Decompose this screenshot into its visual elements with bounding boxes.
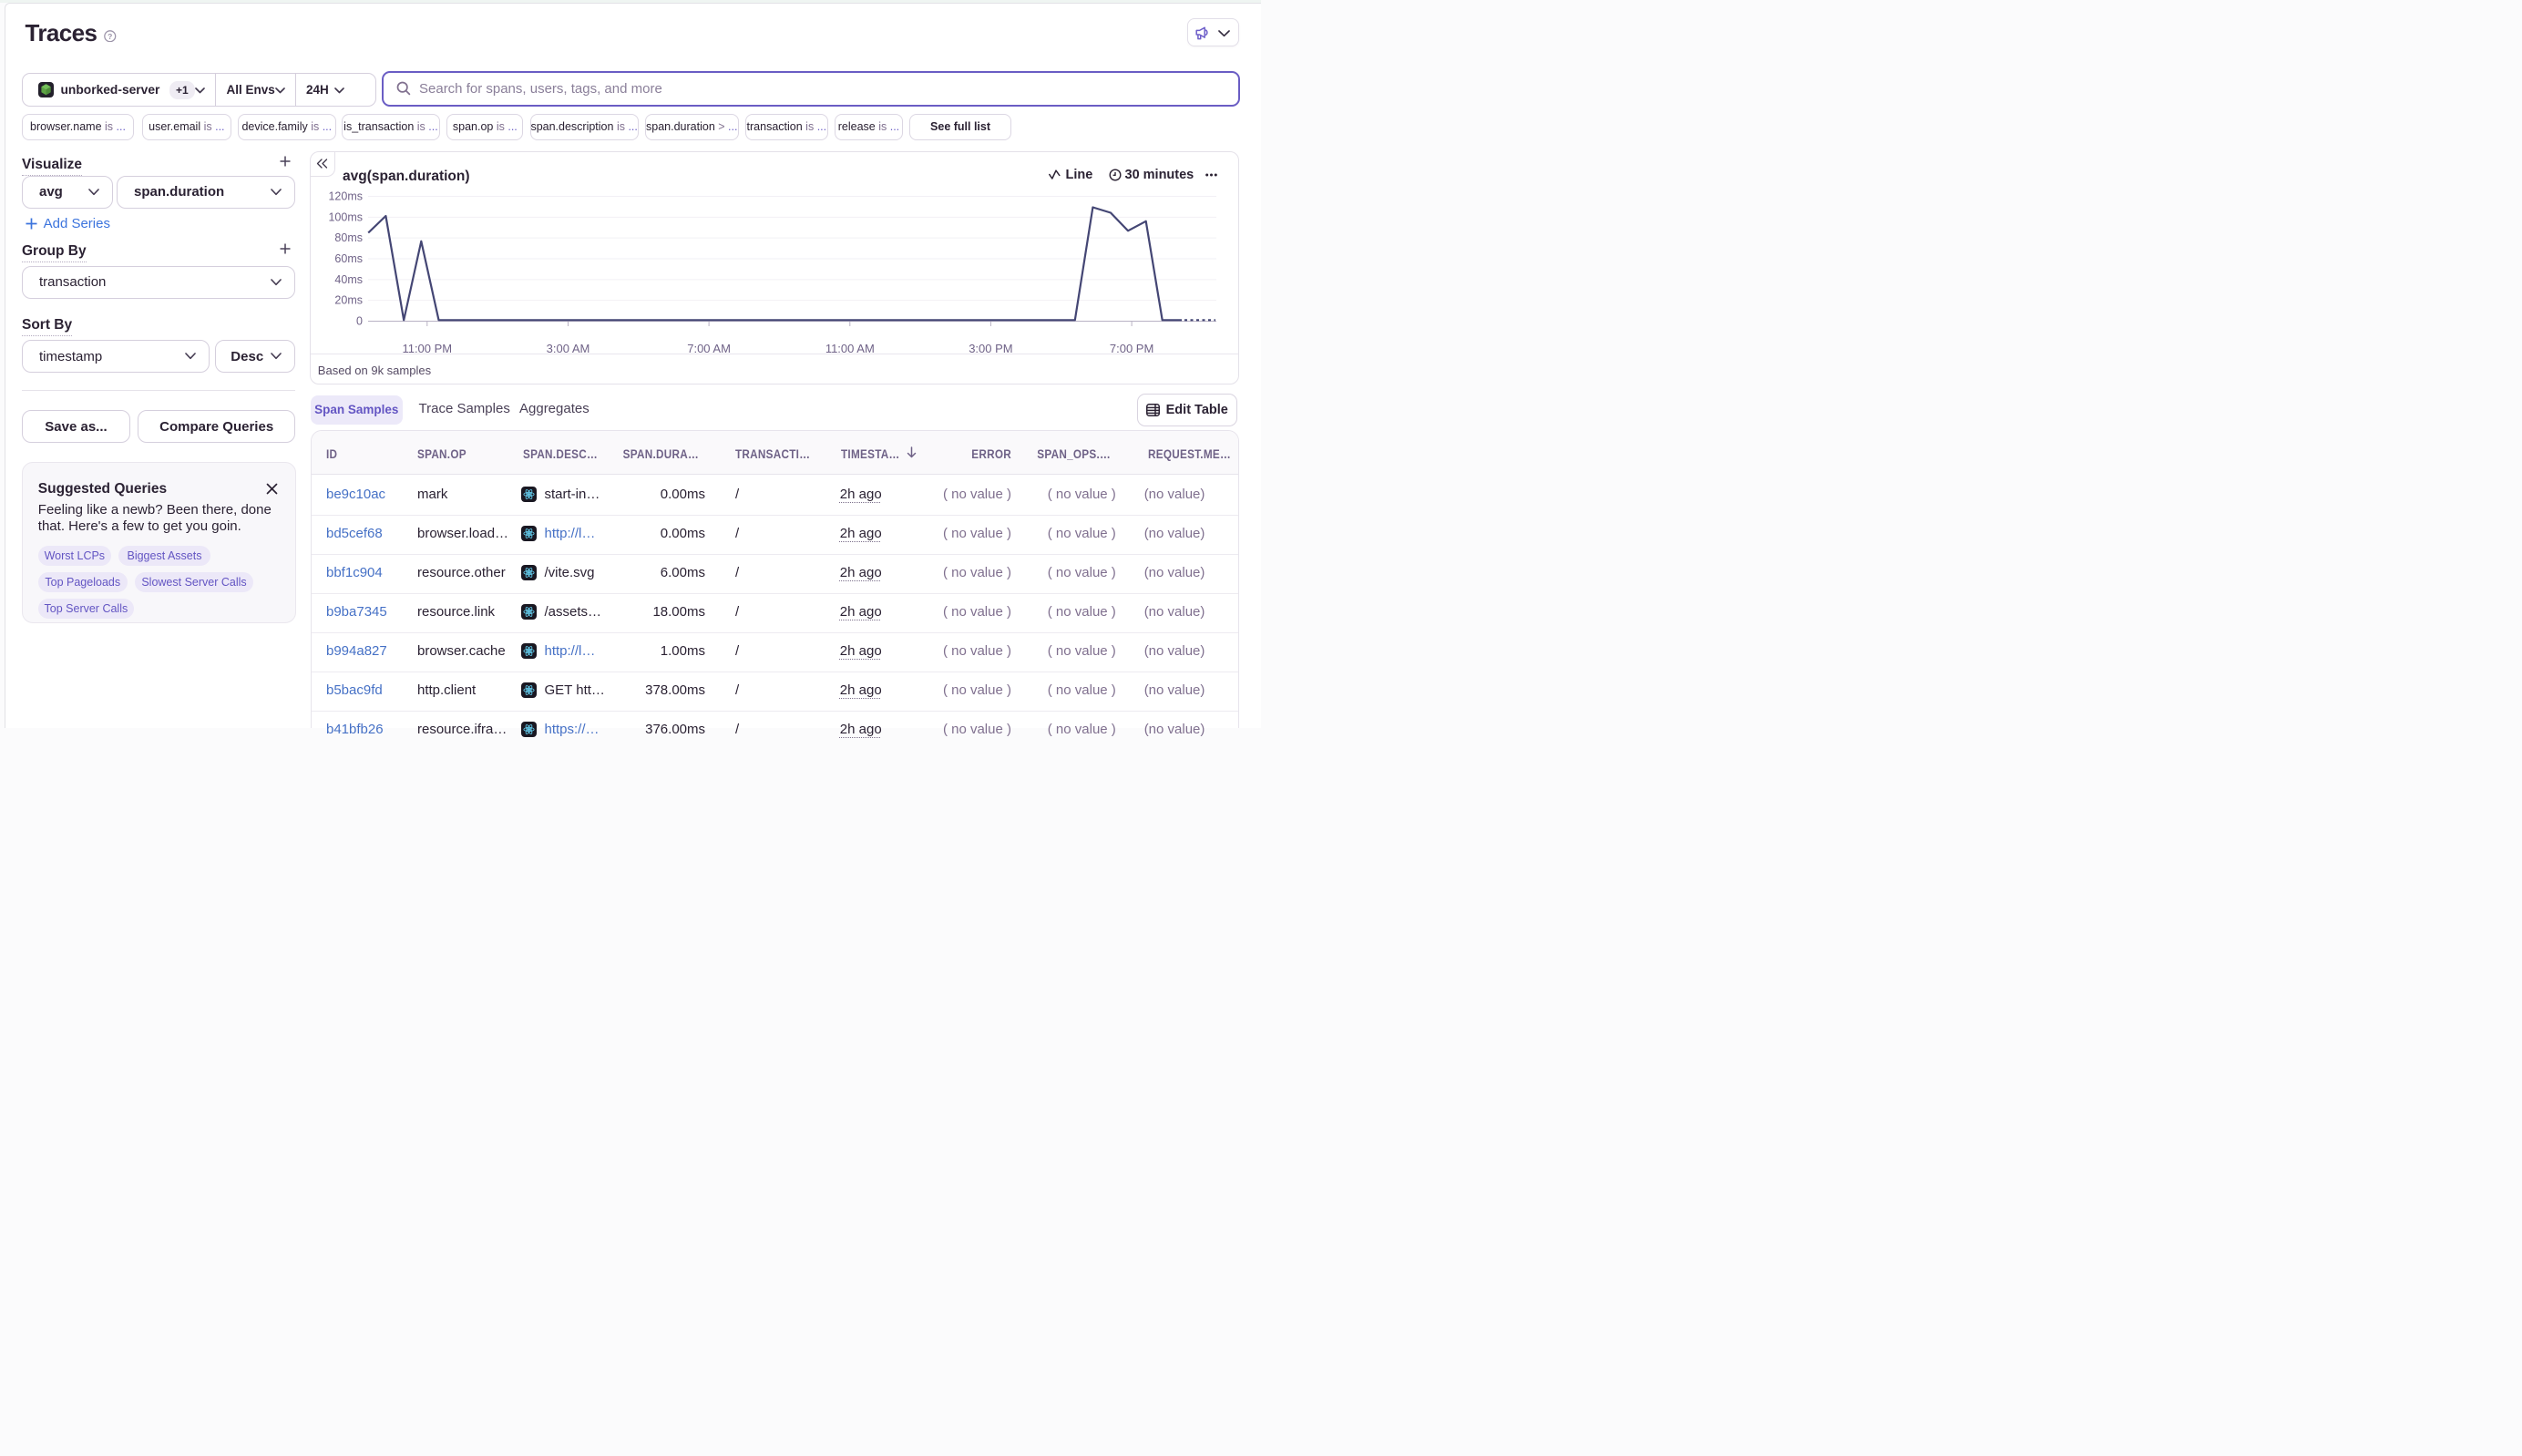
svg-text:?: ? [108, 31, 112, 40]
svg-text:0: 0 [356, 315, 363, 328]
svg-text:120ms: 120ms [328, 190, 363, 203]
svg-text:40ms: 40ms [334, 273, 363, 286]
svg-text:20ms: 20ms [334, 294, 363, 307]
svg-text:100ms: 100ms [328, 210, 363, 223]
svg-text:60ms: 60ms [334, 252, 363, 265]
svg-text:80ms: 80ms [334, 231, 363, 244]
